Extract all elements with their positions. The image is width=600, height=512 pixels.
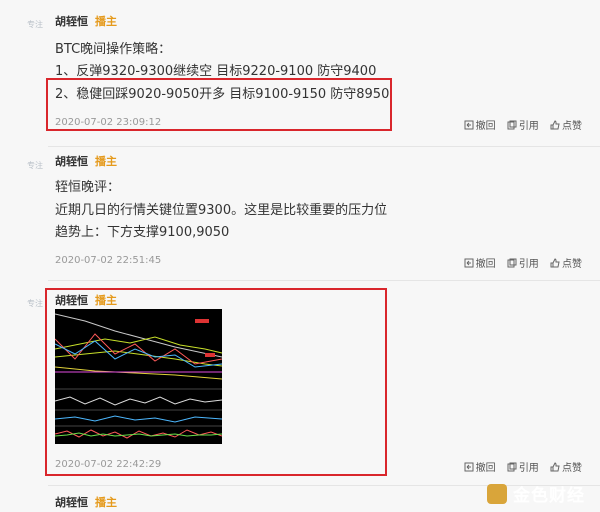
quote-label: 引用 xyxy=(518,463,539,474)
quote-icon xyxy=(507,258,517,267)
host-badge: 播主 xyxy=(95,15,117,28)
like-label: 点赞 xyxy=(562,463,582,474)
author-name[interactable]: 胡轾恒 xyxy=(55,494,88,510)
avatar[interactable]: 专注 xyxy=(22,12,48,38)
like-label: 点赞 xyxy=(562,259,582,270)
post-text-line: 趋势上：下方支撑9100,9050 xyxy=(55,225,230,240)
like-button[interactable]: 点赞 xyxy=(550,255,582,270)
host-badge: 播主 xyxy=(95,155,117,168)
post-actions: 撤回 引用 点赞 xyxy=(456,255,582,271)
thumbs-up-icon xyxy=(550,461,560,471)
withdraw-label: 撤回 xyxy=(475,121,496,132)
author-name[interactable]: 胡轾恒 xyxy=(55,153,88,169)
withdraw-label: 撤回 xyxy=(475,463,496,474)
highlight-box xyxy=(45,288,387,476)
withdraw-icon xyxy=(464,258,474,267)
like-label: 点赞 xyxy=(562,121,582,132)
quote-label: 引用 xyxy=(518,259,539,270)
quote-label: 引用 xyxy=(518,121,539,132)
divider xyxy=(48,146,600,147)
thumbs-up-icon xyxy=(550,119,560,129)
withdraw-button[interactable]: 撤回 xyxy=(464,255,496,270)
host-badge: 播主 xyxy=(95,496,117,509)
withdraw-icon xyxy=(464,462,474,471)
quote-button[interactable]: 引用 xyxy=(507,117,539,132)
quote-icon xyxy=(507,462,517,471)
quote-button[interactable]: 引用 xyxy=(507,459,539,474)
post-text-line: 近期几日的行情关键位置9300。这里是比较重要的压力位 xyxy=(55,203,388,218)
post-timestamp: 2020-07-02 22:51:45 xyxy=(55,255,162,266)
like-button[interactable]: 点赞 xyxy=(550,459,582,474)
post-actions: 撤回 引用 点赞 xyxy=(456,459,582,475)
author-name[interactable]: 胡轾恒 xyxy=(55,13,88,29)
post-text-line: 1、反弹9320-9300继续空 目标9220-9100 防守9400 xyxy=(55,64,377,79)
withdraw-icon xyxy=(464,120,474,129)
withdraw-label: 撤回 xyxy=(475,259,496,270)
watermark: 金色财经 xyxy=(487,481,585,506)
like-button[interactable]: 点赞 xyxy=(550,117,582,132)
logo-icon xyxy=(487,483,507,504)
withdraw-button[interactable]: 撤回 xyxy=(464,459,496,474)
withdraw-button[interactable]: 撤回 xyxy=(464,117,496,132)
watermark-text: 金色财经 xyxy=(513,486,585,506)
highlight-box xyxy=(46,78,392,131)
post-actions: 撤回 引用 点赞 xyxy=(456,117,582,133)
divider xyxy=(48,280,600,281)
thumbs-up-icon xyxy=(550,257,560,267)
avatar[interactable]: 专注 xyxy=(22,153,48,179)
quote-icon xyxy=(507,120,517,129)
post-text-line: 轾恒晚评： xyxy=(55,180,121,195)
quote-button[interactable]: 引用 xyxy=(507,255,539,270)
post-text-line: BTC晚间操作策略： xyxy=(55,42,172,57)
